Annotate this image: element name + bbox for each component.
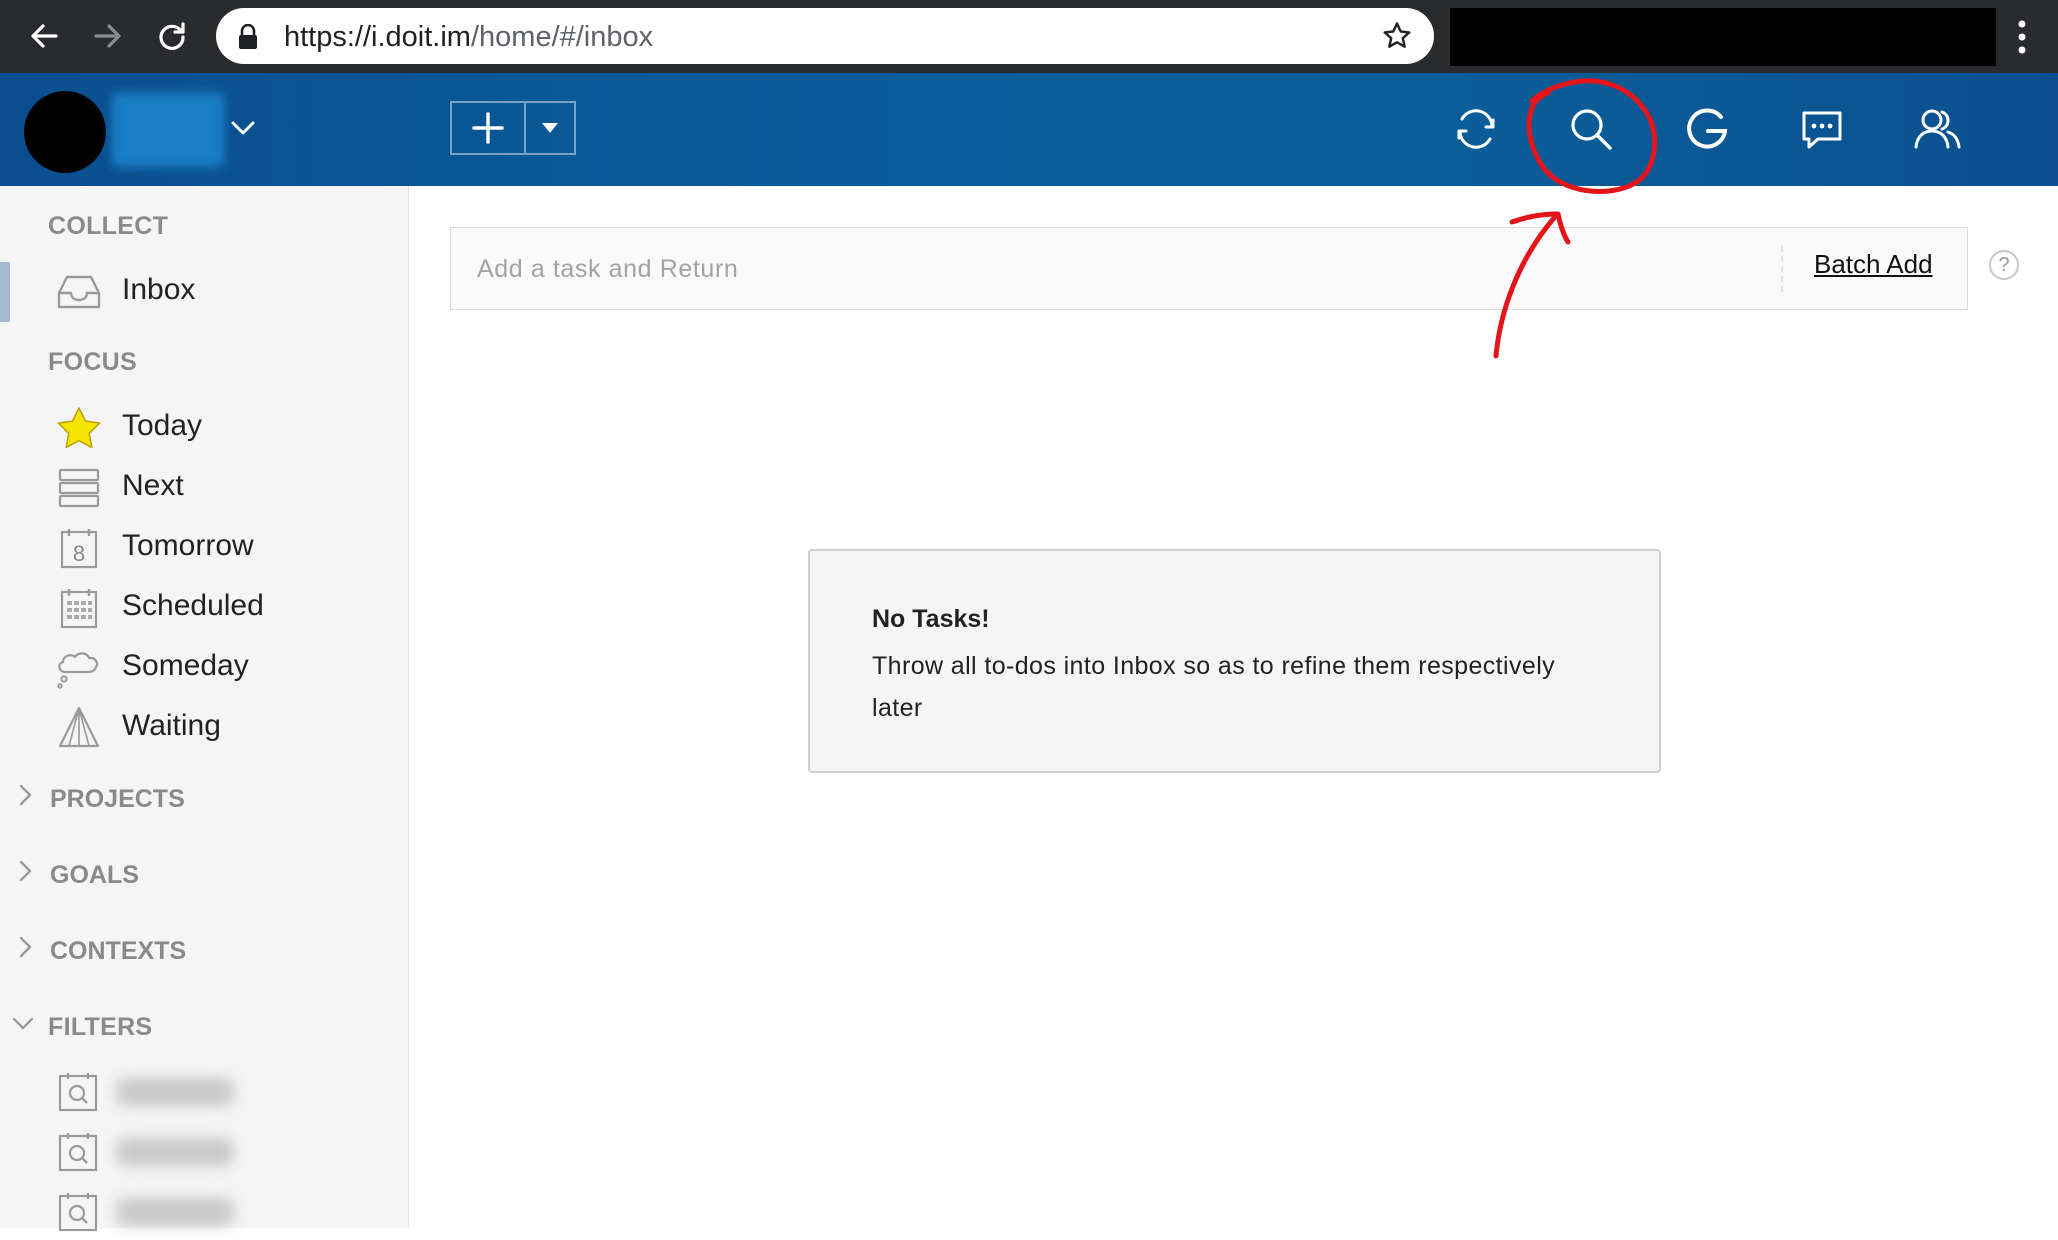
filter-name-blurred (116, 1138, 234, 1166)
filter-search-icon (58, 1070, 98, 1114)
add-task-button-group (450, 101, 576, 155)
forward-arrow-icon[interactable] (82, 10, 134, 62)
help-icon[interactable]: ? (1989, 250, 2019, 280)
filter-name-blurred (116, 1078, 234, 1106)
menu-dots-icon[interactable] (2002, 14, 2042, 60)
bookmark-star-icon[interactable] (1382, 21, 1412, 51)
add-icon[interactable] (452, 103, 526, 153)
chevron-right-icon[interactable] (16, 782, 34, 808)
sidebar-item-label: Next (122, 469, 184, 502)
sidebar-item-tomorrow[interactable]: 8 Tomorrow (0, 519, 408, 575)
sidebar-item-scheduled[interactable]: Scheduled (0, 579, 408, 635)
search-icon[interactable] (1561, 99, 1621, 159)
sidebar-item-label: Waiting (122, 709, 221, 742)
empty-state-box: No Tasks! Throw all to-dos into Inbox so… (808, 549, 1661, 773)
sync-icon[interactable] (1446, 99, 1506, 159)
cloud-icon (54, 645, 104, 691)
section-projects[interactable]: PROJECTS (50, 785, 185, 814)
divider (1781, 246, 1783, 292)
section-collect: COLLECT (48, 212, 169, 240)
sidebar-item-today[interactable]: Today (0, 399, 408, 455)
sidebar-item-label: Today (122, 409, 203, 442)
sidebar-item-label: Someday (122, 649, 249, 682)
google-icon[interactable] (1677, 99, 1737, 159)
sail-icon (54, 705, 104, 751)
svg-text:8: 8 (73, 541, 85, 566)
empty-state-title: No Tasks! (872, 605, 990, 633)
sidebar-item-someday[interactable]: Someday (0, 639, 408, 695)
filter-item[interactable] (0, 1064, 408, 1120)
url-text: https://i.doit.im/home/#/inbox (284, 21, 654, 53)
add-task-input[interactable] (475, 246, 1779, 292)
list-icon (54, 465, 104, 511)
chevron-down-icon[interactable] (230, 118, 256, 138)
username-blurred[interactable] (112, 93, 224, 167)
back-arrow-icon[interactable] (18, 10, 70, 62)
batch-add-link[interactable]: Batch Add (1814, 249, 1933, 280)
chat-icon[interactable] (1792, 99, 1852, 159)
calendar-8-icon: 8 (54, 525, 104, 571)
filter-item[interactable] (0, 1124, 408, 1180)
address-bar[interactable]: https://i.doit.im/home/#/inbox (216, 8, 1434, 64)
chevron-right-icon[interactable] (16, 858, 34, 884)
filter-name-blurred (116, 1198, 234, 1226)
reload-icon[interactable] (146, 10, 198, 62)
caret-down-icon[interactable] (526, 103, 574, 153)
sidebar-item-label: Scheduled (122, 589, 264, 622)
section-contexts[interactable]: CONTEXTS (50, 937, 186, 966)
empty-state-description: Throw all to-dos into Inbox so as to ref… (872, 652, 1556, 722)
chevron-down-icon[interactable] (10, 1014, 36, 1032)
add-task-bar: Batch Add (450, 227, 1968, 310)
sidebar-item-label: Inbox (122, 273, 196, 306)
sidebar-item-waiting[interactable]: Waiting (0, 699, 408, 755)
lock-icon[interactable] (238, 24, 258, 50)
filter-search-icon (58, 1190, 98, 1234)
contacts-icon[interactable] (1908, 99, 1968, 159)
sidebar-item-label: Tomorrow (122, 529, 254, 562)
star-icon (54, 405, 104, 451)
section-focus: FOCUS (48, 348, 137, 376)
sidebar-item-inbox[interactable]: Inbox (0, 263, 408, 319)
app-header (0, 73, 2058, 186)
section-goals[interactable]: GOALS (50, 861, 139, 890)
avatar[interactable] (24, 91, 106, 173)
sidebar-item-next[interactable]: Next (0, 459, 408, 515)
filter-search-icon (58, 1130, 98, 1174)
inbox-tray-icon (54, 269, 104, 315)
calendar-grid-icon (54, 585, 104, 631)
filter-item[interactable] (0, 1184, 408, 1240)
browser-toolbar: https://i.doit.im/home/#/inbox (0, 0, 2058, 73)
extensions-area (1450, 8, 1996, 66)
chevron-right-icon[interactable] (16, 934, 34, 960)
section-filters[interactable]: FILTERS (48, 1013, 152, 1042)
